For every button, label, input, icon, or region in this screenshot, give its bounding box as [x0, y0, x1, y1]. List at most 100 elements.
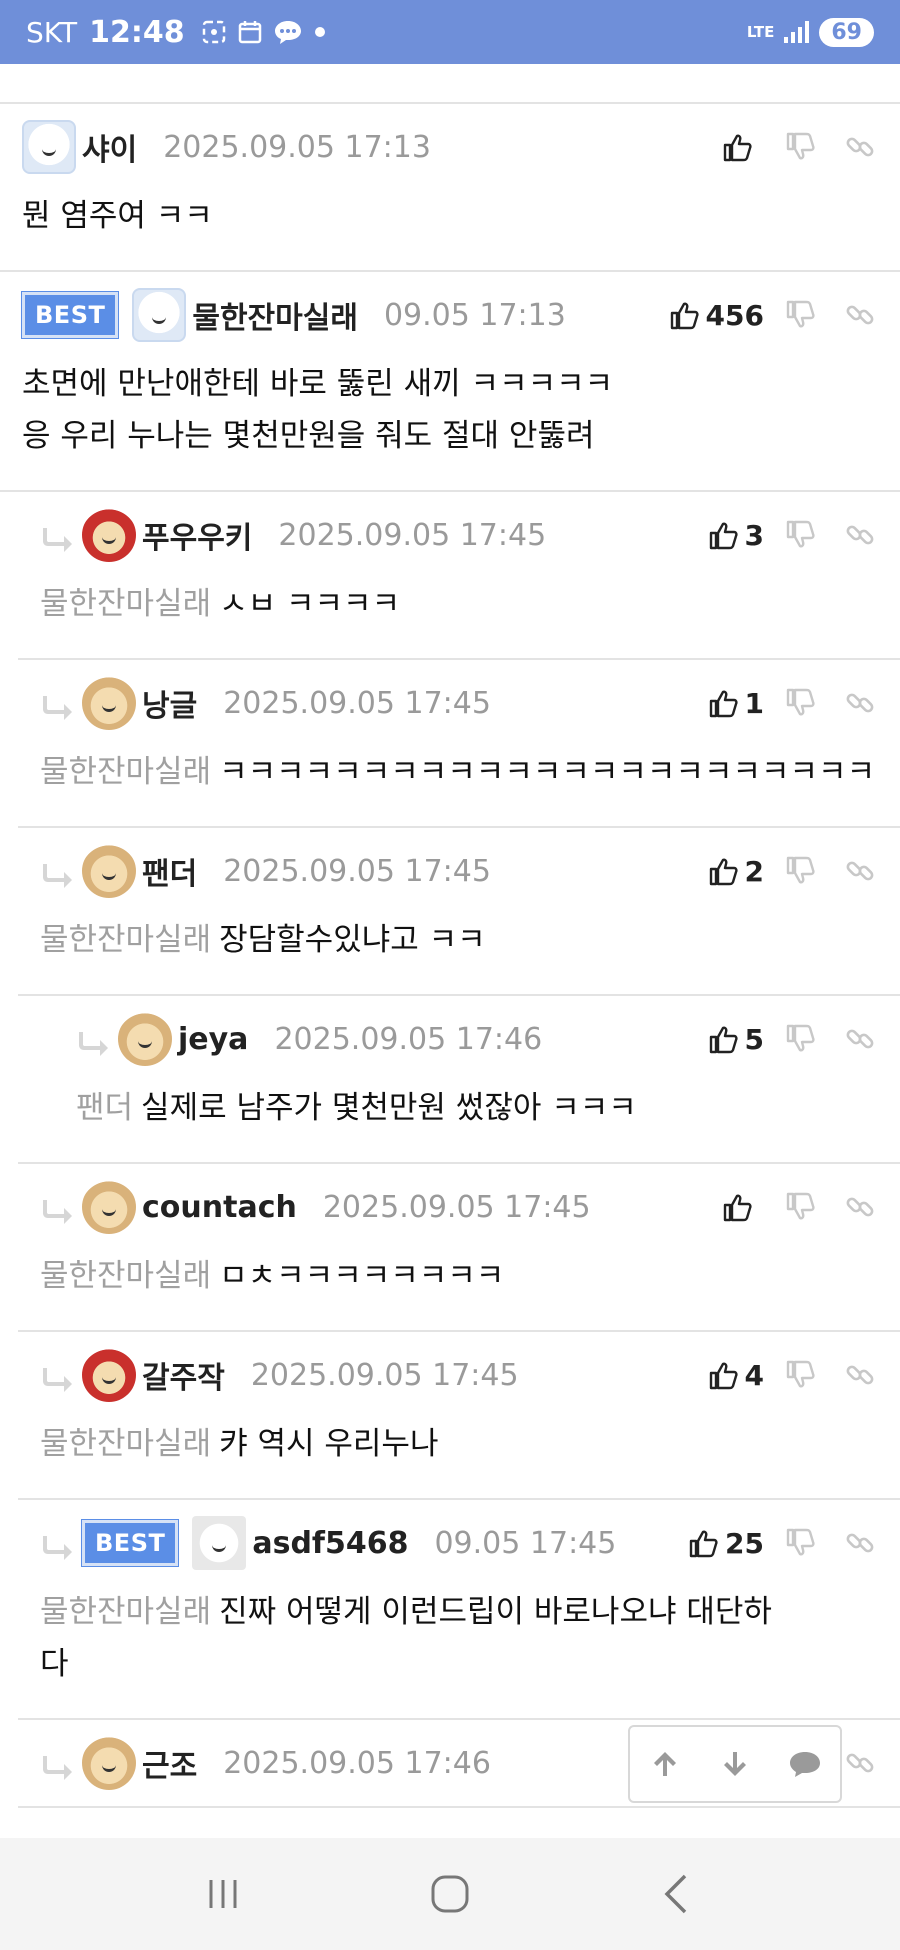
floating-nav	[628, 1725, 842, 1803]
timestamp: 09.05 17:13	[383, 297, 566, 333]
like-button[interactable]: 5	[707, 1023, 770, 1056]
mention-tag[interactable]: 물한잔마실래	[40, 754, 211, 790]
thumbs-down-icon	[786, 856, 815, 884]
avatar[interactable]	[22, 120, 76, 174]
comment-text: ㅋㅋㅋㅋㅋㅋㅋㅋㅋㅋㅋㅋㅋㅋㅋㅋㅋㅋㅋㅋㅋㅋㅋ	[219, 754, 876, 790]
link-icon	[846, 137, 874, 157]
comment-item[interactable]: jeya 2025.09.05 17:46 5 팬더 실제로 남주가 몇천만원 썼잖아 …	[18, 996, 900, 1164]
comment-text-line: 응 우리 누나는 몇천만원을 줘도 절대 안뚫려	[22, 418, 595, 454]
avatar[interactable]	[132, 288, 187, 342]
dislike-button[interactable]	[770, 519, 830, 551]
thumbs-down-icon	[786, 1024, 815, 1052]
comment-list[interactable]: 샤이 2025.09.05 17:13 뭔 염주여 ㅋㅋ BEST 물한잔마실래 09.0…	[0, 64, 900, 1838]
username[interactable]: jeya	[178, 1022, 248, 1057]
comment-text: 장담할수있냐고 ㅋㅋ	[219, 922, 486, 958]
mention-tag[interactable]: 물한잔마실래	[40, 1594, 211, 1630]
thumbs-down-icon	[786, 1192, 815, 1220]
copy-link-button[interactable]	[830, 687, 890, 719]
reply-arrow-icon	[40, 1197, 82, 1235]
comment-item[interactable]: BEST asdf5468 09.05 17:45 25 물한잔마실래 진짜 어떻게 이런…	[18, 1500, 900, 1720]
comment-item[interactable]: 낭글 2025.09.05 17:45 1 물한잔마실래 ㅋㅋㅋㅋㅋㅋㅋㅋㅋㅋㅋㅋㅋㅋㅋ…	[18, 660, 900, 828]
comment-item[interactable]: 갈주작 2025.09.05 17:45 4 물한잔마실래 캬 역시 우리누나	[18, 1332, 900, 1500]
home-icon	[431, 1875, 469, 1913]
dislike-button[interactable]	[770, 855, 830, 887]
back-button[interactable]	[627, 1872, 727, 1916]
write-comment-button[interactable]	[775, 1748, 835, 1780]
avatar[interactable]	[192, 1516, 247, 1570]
copy-link-button[interactable]	[830, 1527, 890, 1559]
scroll-up-button[interactable]	[635, 1748, 695, 1780]
avatar[interactable]	[82, 508, 136, 562]
avatar[interactable]	[118, 1012, 172, 1066]
arrow-up-icon	[654, 1752, 676, 1776]
mention-tag[interactable]: 물한잔마실래	[40, 586, 211, 622]
dot-icon	[314, 27, 325, 37]
avatar[interactable]	[82, 1736, 136, 1790]
copy-link-button[interactable]	[830, 1023, 890, 1055]
signal-icon	[784, 21, 810, 43]
avatar[interactable]	[82, 1348, 136, 1402]
comment-body: 물한잔마실래 ㅅㅂ ㅋㅋㅋㅋ	[18, 578, 900, 658]
comment-item[interactable]: 푸우우키 2025.09.05 17:45 3 물한잔마실래 ㅅㅂ ㅋㅋㅋㅋ	[18, 492, 900, 660]
copy-link-button[interactable]	[830, 519, 890, 551]
mention-tag[interactable]: 팬더	[76, 1090, 133, 1126]
like-button[interactable]	[710, 131, 770, 163]
back-icon	[664, 1874, 686, 1914]
like-count: 1	[744, 686, 764, 720]
username[interactable]: 팬더	[142, 849, 197, 893]
clock: 12:48	[89, 14, 185, 50]
comment-text: 캬 역시 우리누나	[219, 1426, 439, 1462]
comment-item[interactable]: BEST 물한잔마실래 09.05 17:13 456 초면에 만난애한테 바로 뚫린 …	[0, 272, 900, 492]
comment-item[interactable]: countach 2025.09.05 17:45 물한잔마실래 ㅁㅊㅋㅋㅋㅋㅋㅋㅋㅋ	[18, 1164, 900, 1332]
like-button[interactable]	[710, 1191, 770, 1223]
username[interactable]: 낭글	[142, 681, 197, 725]
recent-apps-button[interactable]	[173, 1874, 273, 1914]
avatar[interactable]	[82, 1180, 136, 1234]
mention-tag[interactable]: 물한잔마실래	[40, 922, 211, 958]
screenshot-icon	[202, 20, 225, 44]
like-button[interactable]: 456	[668, 299, 770, 332]
copy-link-button[interactable]	[830, 299, 890, 331]
comment-actions	[710, 1191, 890, 1223]
copy-link-button[interactable]	[830, 1359, 890, 1391]
username[interactable]: 샤이	[82, 125, 137, 169]
home-button[interactable]	[400, 1872, 500, 1916]
timestamp: 2025.09.05 17:45	[223, 685, 491, 721]
dislike-button[interactable]	[770, 1023, 830, 1055]
link-icon	[846, 1029, 874, 1049]
like-button[interactable]: 25	[687, 1527, 770, 1560]
dislike-button[interactable]	[770, 687, 830, 719]
username[interactable]: 근조	[142, 1741, 197, 1785]
like-button[interactable]: 4	[707, 1359, 770, 1392]
scroll-down-button[interactable]	[705, 1748, 765, 1780]
thumbs-down-icon	[786, 520, 815, 548]
thumbs-up-icon	[709, 1362, 738, 1390]
copy-link-button[interactable]	[830, 855, 890, 887]
dislike-button[interactable]	[770, 131, 830, 163]
copy-link-button[interactable]	[830, 131, 890, 163]
link-icon	[846, 1365, 874, 1385]
timestamp: 2025.09.05 17:45	[250, 1357, 519, 1393]
link-icon	[846, 1197, 874, 1217]
link-icon	[846, 1753, 874, 1773]
username[interactable]: 물한잔마실래	[192, 293, 358, 337]
mention-tag[interactable]: 물한잔마실래	[40, 1258, 211, 1294]
dislike-button[interactable]	[770, 299, 830, 331]
comment-item[interactable]: 팬더 2025.09.05 17:45 2 물한잔마실래 장담할수있냐고 ㅋㅋ	[18, 828, 900, 996]
avatar[interactable]	[82, 844, 136, 898]
dislike-button[interactable]	[770, 1359, 830, 1391]
mention-tag[interactable]: 물한잔마실래	[40, 1426, 211, 1462]
timestamp: 09.05 17:45	[434, 1525, 617, 1561]
username[interactable]: 갈주작	[142, 1353, 225, 1397]
username[interactable]: 푸우우키	[142, 513, 252, 557]
comment-item[interactable]: 샤이 2025.09.05 17:13 뭔 염주여 ㅋㅋ	[0, 104, 900, 272]
username[interactable]: asdf5468	[252, 1526, 408, 1561]
like-button[interactable]: 2	[707, 855, 770, 888]
like-button[interactable]: 3	[707, 519, 770, 552]
copy-link-button[interactable]	[830, 1191, 890, 1223]
avatar[interactable]	[82, 676, 136, 730]
username[interactable]: countach	[142, 1190, 297, 1225]
dislike-button[interactable]	[770, 1191, 830, 1223]
dislike-button[interactable]	[770, 1527, 830, 1559]
like-button[interactable]: 1	[707, 687, 770, 720]
